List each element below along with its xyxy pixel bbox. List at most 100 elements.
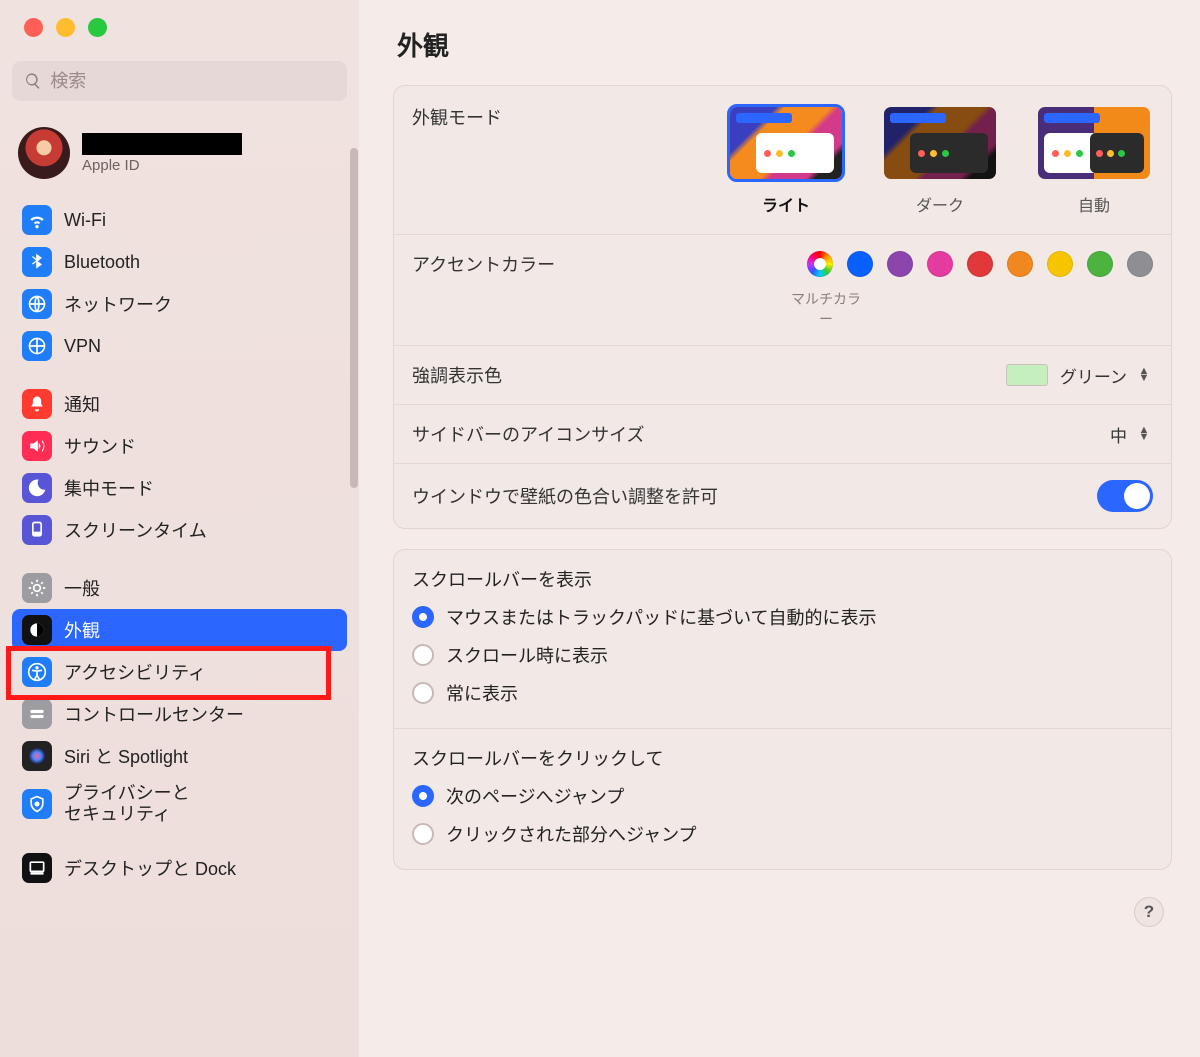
sidebar-item-bluetooth[interactable]: Bluetooth — [12, 241, 347, 283]
radio-option[interactable]: 次のページへジャンプ — [412, 777, 1153, 815]
search-icon — [24, 71, 42, 91]
sidebar-item-desktop[interactable]: デスクトップと Dock — [12, 847, 347, 889]
network-icon — [22, 289, 52, 319]
bluetooth-icon — [22, 247, 52, 277]
radio-option[interactable]: 常に表示 — [412, 674, 1153, 712]
mode-label: ダーク — [916, 192, 964, 216]
sidebar-item-label: プライバシーと セキュリティ — [64, 783, 190, 824]
stepper-icon: ▲▼ — [1135, 368, 1153, 382]
sidebar-item-network[interactable]: ネットワーク — [12, 283, 347, 325]
sidebar-icon-size-value: 中 — [1110, 422, 1127, 447]
accent-orange[interactable] — [1007, 251, 1033, 277]
radio-option[interactable]: マウスまたはトラックパッドに基づいて自動的に表示 — [412, 598, 1153, 636]
stepper-icon: ▲▼ — [1135, 427, 1153, 441]
mode-thumb-dark — [881, 104, 999, 182]
search-field[interactable] — [12, 61, 347, 101]
scroll-panel: スクロールバーを表示 マウスまたはトラックパッドに基づいて自動的に表示スクロール… — [393, 549, 1172, 870]
sidebar-item-general[interactable]: 一般 — [12, 567, 347, 609]
help-button[interactable]: ? — [1134, 897, 1164, 927]
radio-indicator — [412, 785, 434, 807]
screentime-icon — [22, 515, 52, 545]
radio-indicator — [412, 606, 434, 628]
radio-indicator — [412, 644, 434, 666]
close-button[interactable] — [24, 18, 43, 37]
sidebar-item-controlcenter[interactable]: コントロールセンター — [12, 693, 347, 735]
wifi-icon — [22, 205, 52, 235]
controlcenter-icon — [22, 699, 52, 729]
sidebar-item-appearance[interactable]: 外観 — [12, 609, 347, 651]
appearance-mode-light[interactable]: ライト — [727, 104, 845, 216]
sidebar-item-label: アクセシビリティ — [64, 659, 206, 685]
window-controls — [12, 18, 347, 37]
accent-green[interactable] — [1087, 251, 1113, 277]
sidebar-item-notifications[interactable]: 通知 — [12, 383, 347, 425]
sidebar-item-label: Bluetooth — [64, 252, 140, 273]
sidebar-item-label: 一般 — [64, 575, 100, 601]
sidebar-item-privacy[interactable]: プライバシーと セキュリティ — [12, 777, 347, 831]
radio-label: スクロール時に表示 — [446, 642, 608, 668]
accent-multi[interactable] — [807, 251, 833, 277]
sidebar-item-vpn[interactable]: VPN — [12, 325, 347, 367]
accent-red[interactable] — [967, 251, 993, 277]
sidebar-item-label: 通知 — [64, 391, 100, 417]
minimize-button[interactable] — [56, 18, 75, 37]
sidebar-icon-size-label: サイドバーのアイコンサイズ — [412, 421, 645, 447]
radio-label: マウスまたはトラックパッドに基づいて自動的に表示 — [446, 604, 877, 630]
appearance-mode-dark[interactable]: ダーク — [881, 104, 999, 216]
wallpaper-tint-toggle[interactable] — [1097, 480, 1153, 512]
radio-indicator — [412, 682, 434, 704]
accent-purple[interactable] — [887, 251, 913, 277]
highlight-color-swatch — [1006, 364, 1048, 386]
sidebar-nav: Wi-Fi Bluetooth ネットワーク VPN 通知サウンド集中モードスクリーンタ… — [12, 199, 347, 889]
sidebar-item-screentime[interactable]: スクリーンタイム — [12, 509, 347, 551]
page-title: 外観 — [397, 26, 1172, 63]
appearance-mode-label: 外観モード — [412, 104, 502, 130]
accent-color-options — [807, 251, 1153, 277]
sidebar-item-accessibility[interactable]: アクセシビリティ — [12, 651, 347, 693]
sidebar-icon-size-select[interactable]: 中 ▲▼ — [1110, 422, 1153, 447]
radio-option[interactable]: クリックされた部分へジャンプ — [412, 815, 1153, 853]
sidebar-item-sound[interactable]: サウンド — [12, 425, 347, 467]
vpn-icon — [22, 331, 52, 361]
notifications-icon — [22, 389, 52, 419]
accent-graphite[interactable] — [1127, 251, 1153, 277]
sidebar-item-label: スクリーンタイム — [64, 517, 207, 543]
sidebar-item-siri[interactable]: Siri と Spotlight — [12, 735, 347, 777]
radio-label: クリックされた部分へジャンプ — [446, 821, 697, 847]
avatar — [18, 127, 70, 179]
appearance-icon — [22, 615, 52, 645]
sidebar-item-label: Wi-Fi — [64, 210, 106, 231]
search-input[interactable] — [50, 71, 335, 92]
radio-indicator — [412, 823, 434, 845]
accent-caption: マルチカラー — [787, 289, 865, 329]
maximize-button[interactable] — [88, 18, 107, 37]
sound-icon — [22, 431, 52, 461]
radio-label: 次のページへジャンプ — [446, 783, 624, 809]
appearance-mode-auto[interactable]: 自動 — [1035, 104, 1153, 216]
sidebar-item-label: ネットワーク — [64, 291, 172, 317]
scrollbar-show-options: マウスまたはトラックパッドに基づいて自動的に表示スクロール時に表示常に表示 — [394, 598, 1171, 728]
sidebar-item-label: VPN — [64, 336, 101, 357]
scrollbar-click-options: 次のページへジャンプクリックされた部分へジャンプ — [394, 777, 1171, 869]
sidebar: Apple ID Wi-Fi Bluetooth ネットワーク VPN 通知サウンド集中… — [0, 0, 359, 1057]
sidebar-item-label: Siri と Spotlight — [64, 743, 188, 769]
highlight-color-label: 強調表示色 — [412, 362, 502, 388]
accent-pink[interactable] — [927, 251, 953, 277]
privacy-icon — [22, 789, 52, 819]
sidebar-item-label: デスクトップと Dock — [64, 855, 236, 881]
highlight-color-select[interactable]: グリーン ▲▼ — [1006, 363, 1153, 388]
highlight-color-value: グリーン — [1060, 363, 1127, 388]
accessibility-icon — [22, 657, 52, 687]
radio-option[interactable]: スクロール時に表示 — [412, 636, 1153, 674]
sidebar-scrollbar[interactable] — [350, 148, 358, 488]
appearance-mode-options: ライトダーク 自動 — [727, 104, 1153, 216]
accent-blue[interactable] — [847, 251, 873, 277]
sidebar-item-focus[interactable]: 集中モード — [12, 467, 347, 509]
radio-label: 常に表示 — [446, 680, 518, 706]
wallpaper-tint-label: ウインドウで壁紙の色合い調整を許可 — [412, 483, 718, 509]
focus-icon — [22, 473, 52, 503]
sidebar-item-label: 外観 — [64, 617, 100, 643]
account-row[interactable]: Apple ID — [18, 127, 341, 179]
sidebar-item-wifi[interactable]: Wi-Fi — [12, 199, 347, 241]
accent-yellow[interactable] — [1047, 251, 1073, 277]
